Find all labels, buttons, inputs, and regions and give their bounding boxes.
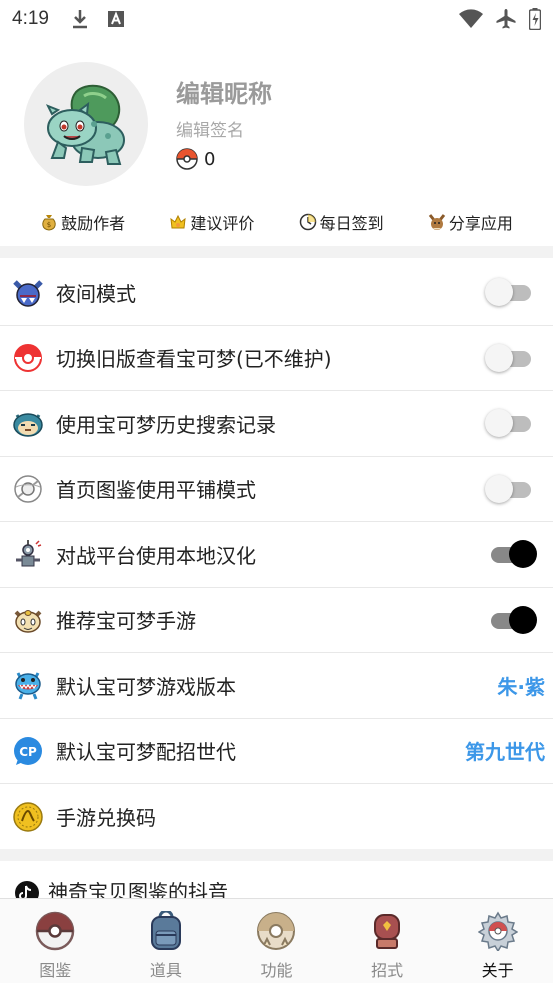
quick-actions: $ 鼓励作者 建议评价 每日签到 分享应用 (0, 204, 553, 240)
nav-about[interactable]: 关于 (442, 899, 553, 983)
setting-row-localization[interactable]: 对战平台使用本地汉化 (0, 522, 553, 588)
mobile-games-toggle[interactable] (487, 605, 537, 635)
eevee-icon (428, 214, 446, 230)
magnemite-icon (16, 540, 42, 567)
nav-items[interactable]: 道具 (111, 899, 222, 983)
daily-checkin-button[interactable]: 每日签到 (299, 210, 384, 234)
setting-row-tile-mode[interactable]: 首页图鉴使用平铺模式 (0, 456, 553, 522)
clock-icon (299, 213, 316, 231)
profile-header: 编辑昵称 编辑签名 0 (0, 50, 553, 200)
nav-pokedex[interactable]: 图鉴 (0, 899, 111, 983)
pokecoin-icon (176, 148, 198, 170)
svg-text:CP: CP (19, 745, 37, 759)
setting-row-old-version[interactable]: 切换旧版查看宝可梦(已不维护) (0, 325, 553, 391)
setting-label: 切换旧版查看宝可梦(已不维护) (56, 347, 332, 372)
suggest-review-button[interactable]: 建议评价 (169, 210, 254, 234)
zubat-icon (13, 280, 43, 307)
nav-label: 道具 (149, 961, 182, 980)
backpack-icon (150, 911, 181, 950)
wifi-icon (459, 9, 483, 28)
old-version-toggle[interactable] (485, 343, 537, 373)
setting-label: 手游兑换码 (56, 806, 156, 831)
coin-icon (13, 802, 43, 832)
snorlax-icon (13, 413, 43, 437)
move-generation-value[interactable]: 第九世代 (465, 736, 545, 765)
encourage-author-button[interactable]: $ 鼓励作者 (40, 210, 125, 234)
setting-label: 推荐宝可梦手游 (56, 609, 196, 634)
nav-label: 关于 (481, 961, 514, 980)
search-history-toggle[interactable] (485, 408, 537, 438)
tiktok-icon (15, 881, 39, 900)
cp-icon: CP (14, 736, 42, 765)
setting-row-redeem-code[interactable]: 手游兑换码 (0, 784, 553, 850)
daily-checkin-label: 每日签到 (319, 214, 384, 233)
share-app-button[interactable]: 分享应用 (428, 210, 513, 234)
pokeball-icon (14, 343, 42, 372)
setting-label: 首页图鉴使用平铺模式 (56, 478, 256, 503)
setting-row-night-mode[interactable]: 夜间模式 (0, 260, 553, 326)
game-version-value[interactable]: 朱·紫 (497, 671, 545, 700)
function-icon (257, 912, 296, 950)
night-mode-toggle[interactable] (485, 277, 537, 307)
nav-functions[interactable]: 功能 (221, 899, 332, 983)
nav-label: 功能 (260, 961, 293, 980)
pokeball-nav-icon (36, 911, 75, 951)
coin-count: 0 (176, 148, 215, 170)
douyin-row[interactable]: 神奇宝贝图鉴的抖音 (0, 860, 553, 900)
setting-label: 默认宝可梦配招世代 (56, 740, 236, 765)
setting-row-search-history[interactable]: 使用宝可梦历史搜索记录 (0, 391, 553, 457)
settings-gear-icon (477, 911, 518, 951)
settings-list: 夜间模式 切换旧版查看宝可梦(已不维护) 使用宝可梦历史搜索记录 首页图鉴使用平… (0, 260, 553, 850)
douyin-label: 神奇宝贝图鉴的抖音 (48, 880, 228, 900)
nickname[interactable]: 编辑昵称 (176, 74, 272, 109)
coin-value: 0 (204, 148, 216, 170)
nav-moves[interactable]: 招式 (332, 899, 443, 983)
text-a-icon (107, 11, 124, 27)
setting-label: 默认宝可梦游戏版本 (56, 674, 236, 699)
setting-row-game-version[interactable]: 默认宝可梦游戏版本 朱·紫 (0, 653, 553, 719)
status-time: 4:19 (12, 8, 49, 29)
status-bar: 4:19 (0, 0, 553, 38)
airplane-icon (496, 9, 516, 29)
setting-label: 对战平台使用本地汉化 (56, 543, 256, 568)
signature[interactable]: 编辑签名 (176, 116, 244, 141)
suggest-review-label: 建议评价 (190, 214, 255, 233)
setting-label: 使用宝可梦历史搜索记录 (56, 412, 276, 437)
bottom-nav: 图鉴 道具 功能 招式 关于 (0, 898, 553, 983)
tile-mode-toggle[interactable] (485, 474, 537, 504)
localization-toggle[interactable] (487, 539, 537, 569)
download-icon (72, 10, 87, 29)
money-bag-icon: $ (42, 215, 56, 231)
encourage-author-label: 鼓励作者 (61, 214, 126, 233)
totodile-icon (15, 672, 41, 700)
nav-label: 图鉴 (39, 961, 72, 980)
section-divider (0, 246, 553, 258)
setting-label: 夜间模式 (56, 281, 136, 306)
boxing-glove-icon (374, 914, 401, 949)
setting-row-mobile-games[interactable]: 推荐宝可梦手游 (0, 587, 553, 653)
bulbasaur-avatar (45, 84, 125, 165)
avatar[interactable] (24, 62, 148, 186)
meowth-icon (14, 609, 42, 633)
share-app-label: 分享应用 (448, 214, 513, 233)
setting-row-move-generation[interactable]: CP 默认宝可梦配招世代 第九世代 (0, 718, 553, 784)
svg-text:$: $ (47, 221, 51, 229)
crown-icon (170, 214, 186, 229)
nav-label: 招式 (371, 961, 404, 980)
battery-icon (529, 8, 541, 30)
pokedex-icon (14, 475, 42, 503)
